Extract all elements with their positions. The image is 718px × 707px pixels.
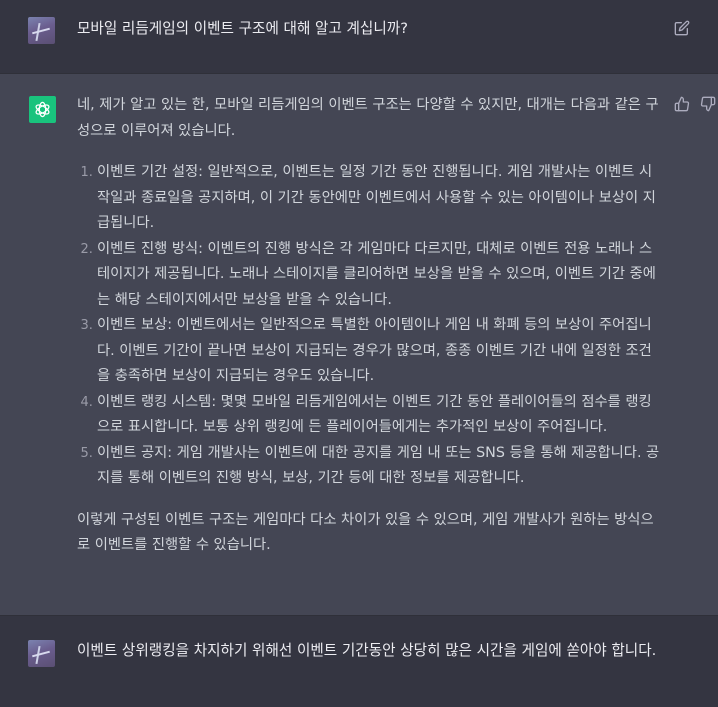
user-message-row-2: 이벤트 상위랭킹을 차지하기 위해선 이벤트 기간동안 상당히 많은 시간을 게… bbox=[0, 616, 718, 707]
user-message-text: 모바일 리듬게임의 이벤트 구조에 대해 알고 계십니까? bbox=[77, 20, 408, 37]
assistant-message-text: 네, 제가 알고 있는 한, 모바일 리듬게임의 이벤트 구조는 다양할 수 있… bbox=[77, 93, 661, 559]
assistant-outro: 이렇게 구성된 이벤트 구조는 게임마다 다소 차이가 있을 수 있으며, 게임… bbox=[77, 511, 654, 554]
list-item: 이벤트 랭킹 시스템: 몇몇 모바일 리듬게임에서는 이벤트 기간 동안 플레이… bbox=[97, 390, 661, 441]
thumbs-down-icon[interactable] bbox=[700, 96, 716, 112]
thumbs-up-icon[interactable] bbox=[674, 96, 690, 112]
assistant-intro: 네, 제가 알고 있는 한, 모바일 리듬게임의 이벤트 구조는 다양할 수 있… bbox=[77, 97, 659, 139]
list-item: 이벤트 진행 방식: 이벤트의 진행 방식은 각 게임마다 다르지만, 대체로 … bbox=[97, 237, 661, 314]
openai-logo-icon bbox=[35, 101, 50, 118]
list-item: 이벤트 보상: 이벤트에서는 일반적으로 특별한 아이템이나 게임 내 화폐 등… bbox=[97, 313, 661, 390]
list-item: 이벤트 기간 설정: 일반적으로, 이벤트는 일정 기간 동안 진행됩니다. 게… bbox=[97, 160, 661, 237]
assistant-avatar bbox=[29, 96, 56, 123]
user-avatar bbox=[28, 17, 55, 44]
user-message-text: 이벤트 상위랭킹을 차지하기 위해선 이벤트 기간동안 상당히 많은 시간을 게… bbox=[77, 642, 657, 659]
assistant-list: 이벤트 기간 설정: 일반적으로, 이벤트는 일정 기간 동안 진행됩니다. 게… bbox=[77, 160, 661, 492]
user-avatar bbox=[28, 640, 55, 667]
edit-icon[interactable] bbox=[674, 20, 690, 36]
list-item: 이벤트 공지: 게임 개발사는 이벤트에 대한 공지를 게임 내 또는 SNS … bbox=[97, 441, 661, 492]
user-message-row: 모바일 리듬게임의 이벤트 구조에 대해 알고 계십니까? bbox=[0, 0, 718, 73]
